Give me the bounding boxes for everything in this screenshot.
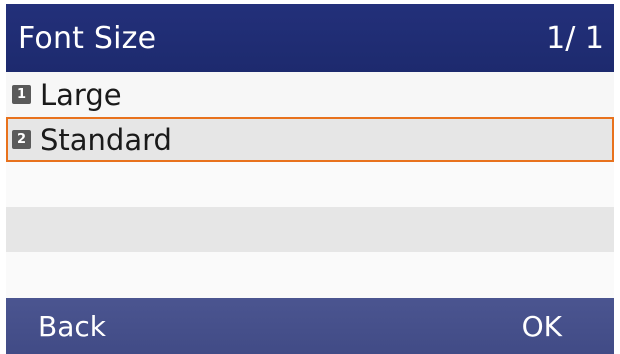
- empty-row: [6, 162, 614, 207]
- phone-display: Font Size 1/ 1 1 Large 2 Standard Back O…: [0, 0, 620, 354]
- empty-row: [6, 252, 614, 298]
- back-softkey[interactable]: Back: [38, 310, 106, 343]
- page-indicator: 1/ 1: [546, 20, 604, 56]
- menu-item-label: Standard: [40, 122, 172, 157]
- ok-softkey[interactable]: OK: [522, 310, 562, 343]
- menu-item-label: Large: [40, 77, 122, 112]
- item-number-badge: 2: [12, 130, 31, 149]
- title-bar: Font Size 1/ 1: [6, 4, 614, 72]
- softkey-bar: Back OK: [6, 298, 614, 354]
- menu-list: 1 Large 2 Standard: [6, 72, 614, 298]
- menu-item-standard[interactable]: 2 Standard: [6, 117, 614, 162]
- item-number-badge: 1: [12, 85, 31, 104]
- screen-title: Font Size: [18, 20, 157, 56]
- menu-item-large[interactable]: 1 Large: [6, 72, 614, 117]
- empty-row: [6, 207, 614, 252]
